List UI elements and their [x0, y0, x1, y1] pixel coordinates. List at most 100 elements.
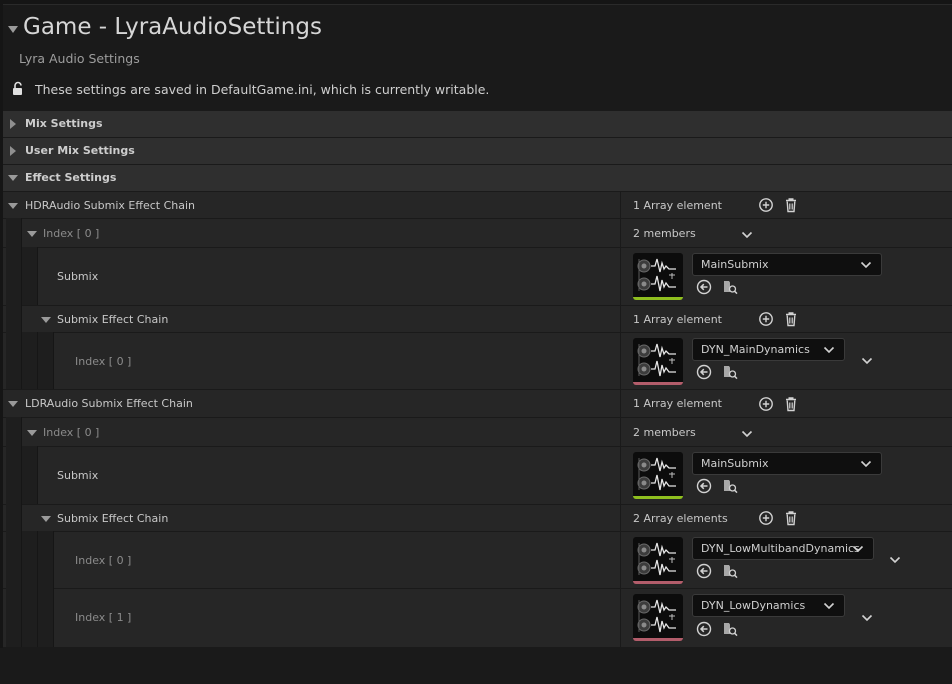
- use-selected-icon[interactable]: [696, 478, 712, 494]
- expand-arrow-icon[interactable]: [10, 146, 16, 156]
- asset-thumbnail[interactable]: [633, 338, 683, 385]
- chevron-down-icon[interactable]: [741, 231, 753, 239]
- ldr-index-0-row[interactable]: Index [ 0 ] 2 members: [3, 417, 952, 447]
- collapse-arrow-icon[interactable]: [27, 430, 37, 436]
- column-splitter[interactable]: [620, 192, 621, 219]
- browse-asset-icon[interactable]: [722, 364, 738, 380]
- column-splitter[interactable]: [620, 306, 621, 333]
- section-collapse-arrow[interactable]: [8, 26, 18, 33]
- column-splitter[interactable]: [620, 505, 621, 532]
- use-selected-icon[interactable]: [696, 279, 712, 295]
- delete-all-icon[interactable]: [783, 311, 799, 327]
- ldr-chain-index-0-row[interactable]: Index [ 0 ] DYN_LowMultibandDynamics: [3, 531, 952, 589]
- hdr-chain-row[interactable]: Submix Effect Chain 1 Array element: [3, 305, 952, 333]
- collapse-arrow-icon[interactable]: [27, 231, 37, 237]
- chevron-down-icon[interactable]: [889, 556, 901, 564]
- property-label: Submix: [57, 469, 99, 482]
- indent-gutter: [6, 305, 22, 333]
- property-label: Index [ 0 ]: [43, 426, 100, 439]
- delete-all-icon[interactable]: [783, 510, 799, 526]
- asset-name: DYN_LowMultibandDynamics: [701, 542, 860, 555]
- delete-all-icon[interactable]: [783, 197, 799, 213]
- ldr-chain-index-1-row[interactable]: Index [ 1 ] DYN_LowDynamics: [3, 588, 952, 647]
- asset-thumbnail[interactable]: [633, 253, 683, 300]
- chevron-down-icon: [823, 346, 835, 354]
- page-title: Game - LyraAudioSettings: [23, 14, 322, 40]
- chevron-down-icon: [852, 545, 864, 553]
- use-selected-icon[interactable]: [696, 621, 712, 637]
- column-splitter[interactable]: [620, 589, 621, 647]
- property-label: Index [ 0 ]: [75, 355, 132, 368]
- property-label: Index [ 1 ]: [75, 611, 132, 624]
- use-selected-icon[interactable]: [696, 563, 712, 579]
- category-user-mix-settings[interactable]: User Mix Settings: [3, 137, 952, 164]
- collapse-arrow-icon[interactable]: [41, 317, 51, 323]
- submix-waveform-icon: [633, 452, 683, 496]
- asset-name: MainSubmix: [701, 258, 769, 271]
- browse-asset-icon[interactable]: [722, 279, 738, 295]
- asset-name: DYN_MainDynamics: [701, 343, 810, 356]
- collapse-arrow-icon[interactable]: [8, 401, 18, 407]
- add-element-icon[interactable]: [758, 197, 774, 213]
- members-count: 2 members: [633, 227, 696, 240]
- asset-picker[interactable]: MainSubmix: [692, 253, 882, 276]
- chevron-down-icon: [860, 261, 872, 269]
- asset-thumbnail[interactable]: [633, 537, 683, 584]
- indent-gutter: [6, 531, 22, 589]
- column-splitter[interactable]: [620, 532, 621, 589]
- hdr-effect-chain-row[interactable]: HDRAudio Submix Effect Chain 1 Array ele…: [3, 191, 952, 219]
- add-element-icon[interactable]: [758, 311, 774, 327]
- add-element-icon[interactable]: [758, 396, 774, 412]
- add-element-icon[interactable]: [758, 510, 774, 526]
- browse-asset-icon[interactable]: [722, 621, 738, 637]
- property-label: Index [ 0 ]: [75, 554, 132, 567]
- hdr-chain-index-0-row[interactable]: Index [ 0 ] DYN_MainDynamics: [3, 332, 952, 390]
- array-count: 1 Array element: [633, 199, 722, 212]
- asset-picker[interactable]: DYN_MainDynamics: [692, 338, 845, 361]
- indent-gutter: [22, 332, 38, 390]
- hdr-index-0-row[interactable]: Index [ 0 ] 2 members: [3, 218, 952, 248]
- hdr-submix-row[interactable]: Submix MainSubmix: [3, 247, 952, 306]
- asset-type-bar: [633, 496, 683, 499]
- collapse-arrow-icon[interactable]: [41, 516, 51, 522]
- asset-type-bar: [633, 382, 683, 385]
- asset-picker[interactable]: DYN_LowDynamics: [692, 594, 845, 617]
- submix-waveform-icon: [633, 537, 683, 581]
- top-strip: [0, 0, 952, 5]
- lock-open-icon: [13, 81, 22, 95]
- column-splitter[interactable]: [620, 390, 621, 418]
- chevron-down-icon[interactable]: [741, 430, 753, 438]
- ldr-chain-row[interactable]: Submix Effect Chain 2 Array elements: [3, 504, 952, 532]
- indent-gutter: [22, 446, 38, 505]
- indent-gutter: [38, 531, 54, 589]
- chevron-down-icon[interactable]: [861, 614, 873, 622]
- category-label: User Mix Settings: [25, 144, 135, 157]
- property-label: HDRAudio Submix Effect Chain: [25, 199, 195, 212]
- use-selected-icon[interactable]: [696, 364, 712, 380]
- property-label: LDRAudio Submix Effect Chain: [25, 397, 193, 410]
- category-mix-settings[interactable]: Mix Settings: [3, 110, 952, 137]
- browse-asset-icon[interactable]: [722, 563, 738, 579]
- browse-asset-icon[interactable]: [722, 478, 738, 494]
- chevron-down-icon: [823, 602, 835, 610]
- panel-bottom: [0, 648, 952, 684]
- category-effect-settings[interactable]: Effect Settings: [3, 164, 952, 191]
- collapse-arrow-icon[interactable]: [8, 175, 18, 181]
- delete-all-icon[interactable]: [783, 396, 799, 412]
- asset-picker[interactable]: DYN_LowMultibandDynamics: [692, 537, 874, 560]
- expand-arrow-icon[interactable]: [10, 119, 16, 129]
- chevron-down-icon[interactable]: [861, 357, 873, 365]
- ldr-submix-row[interactable]: Submix MainSubmix: [3, 446, 952, 505]
- asset-thumbnail[interactable]: [633, 594, 683, 641]
- column-splitter[interactable]: [620, 447, 621, 505]
- column-splitter[interactable]: [620, 333, 621, 390]
- column-splitter[interactable]: [620, 219, 621, 248]
- column-splitter[interactable]: [620, 418, 621, 447]
- ldr-effect-chain-row[interactable]: LDRAudio Submix Effect Chain 1 Array ele…: [3, 389, 952, 418]
- array-count: 1 Array element: [633, 397, 722, 410]
- asset-picker[interactable]: MainSubmix: [692, 452, 882, 475]
- column-splitter[interactable]: [620, 248, 621, 306]
- category-label: Effect Settings: [25, 171, 117, 184]
- collapse-arrow-icon[interactable]: [8, 203, 18, 209]
- asset-thumbnail[interactable]: [633, 452, 683, 499]
